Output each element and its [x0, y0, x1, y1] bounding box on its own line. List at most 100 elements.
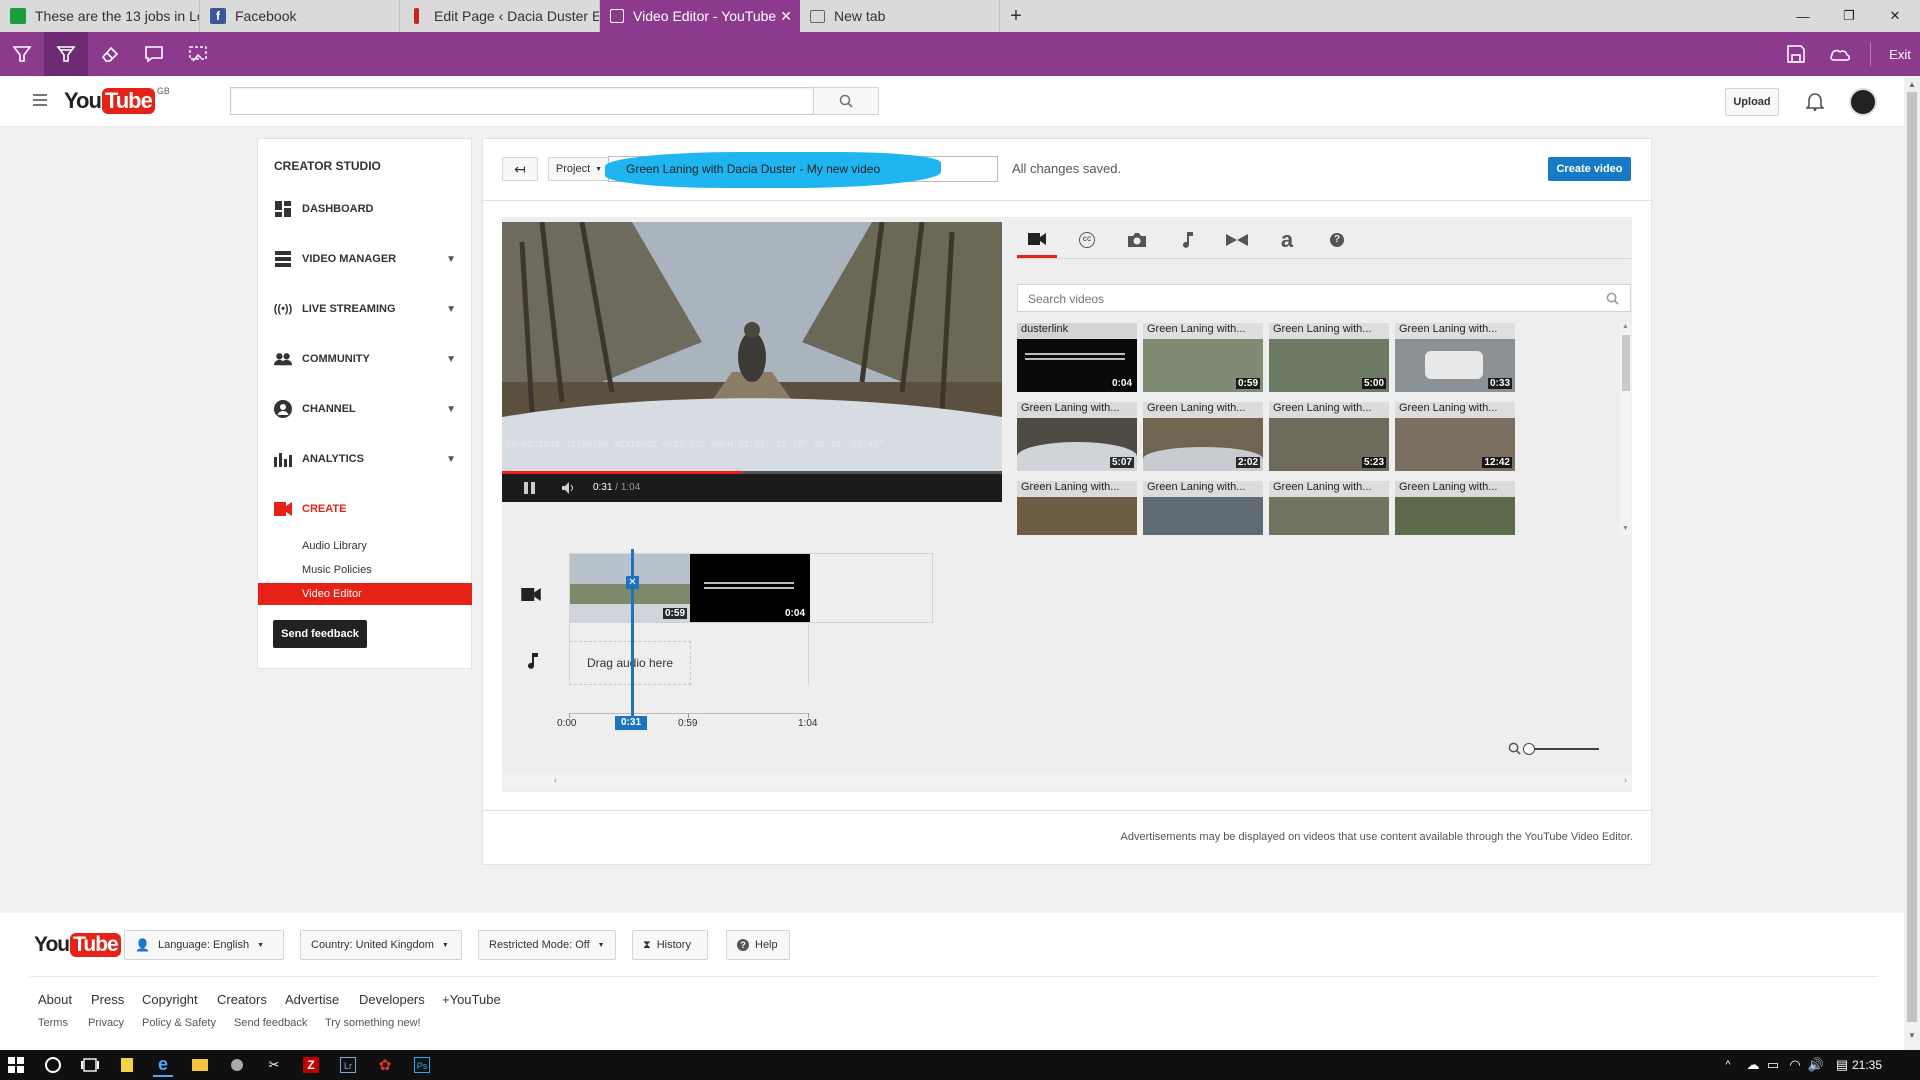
footer-link-about[interactable]: About	[38, 992, 72, 1007]
library-scrollbar[interactable]: ▲ ▼	[1620, 323, 1631, 535]
playhead[interactable]	[631, 549, 634, 719]
tab-photos[interactable]	[1117, 222, 1157, 258]
tab-text[interactable]: a	[1267, 222, 1307, 258]
chevron-down-icon[interactable]: ▼	[446, 404, 456, 415]
browser-tab[interactable]: New tab	[800, 0, 1000, 32]
new-tab-button[interactable]: +	[1000, 0, 1032, 32]
sidebar-subitem-video-editor[interactable]: Video Editor	[258, 583, 472, 605]
footer-link-terms[interactable]: Terms	[38, 1017, 68, 1029]
avatar[interactable]	[1849, 88, 1877, 116]
network-icon[interactable]: ▭	[1763, 1055, 1783, 1075]
notifications-bell-icon[interactable]	[1805, 91, 1825, 111]
library-item[interactable]: Green Laning with... 5:23	[1269, 402, 1389, 471]
eraser-icon[interactable]	[88, 32, 132, 76]
scrollbar-thumb[interactable]	[1907, 92, 1917, 1022]
search-videos-input[interactable]	[1018, 285, 1600, 313]
project-dropdown[interactable]: Project ▼	[548, 157, 610, 181]
save-icon[interactable]	[1774, 32, 1818, 76]
library-item[interactable]: Green Laning with...	[1269, 481, 1389, 535]
onedrive-icon[interactable]: ☁	[1743, 1055, 1763, 1075]
footer-link-plus-youtube[interactable]: +YouTube	[442, 992, 501, 1007]
sidebar-item-video-manager[interactable]: VIDEO MANAGER ▼	[258, 244, 472, 274]
photoshop-icon[interactable]: Ps	[412, 1055, 432, 1075]
sidebar-subitem-music-policies[interactable]: Music Policies	[258, 559, 472, 581]
tab-transitions[interactable]	[1217, 222, 1257, 258]
sidebar-subitem-audio-library[interactable]: Audio Library	[258, 535, 472, 557]
show-hidden-icons-icon[interactable]: ^	[1718, 1055, 1738, 1075]
chevron-down-icon[interactable]: ▼	[446, 304, 456, 315]
footer-link-policy-safety[interactable]: Policy & Safety	[142, 1017, 216, 1029]
library-item[interactable]: Green Laning with... 0:33	[1395, 323, 1515, 392]
footer-link-developers[interactable]: Developers	[359, 992, 425, 1007]
footer-link-advertise[interactable]: Advertise	[285, 992, 339, 1007]
close-window-button[interactable]: ✕	[1872, 0, 1918, 32]
pen-icon[interactable]	[0, 32, 44, 76]
share-icon[interactable]	[1818, 32, 1862, 76]
footer-youtube-logo[interactable]: You Tube	[34, 932, 121, 958]
country-button[interactable]: Country: United Kingdom ▼	[300, 930, 462, 960]
language-button[interactable]: 👤 Language: English ▼	[124, 930, 284, 960]
scroll-up-icon[interactable]: ▲	[1622, 323, 1629, 330]
restricted-mode-button[interactable]: Restricted Mode: Off ▼	[478, 930, 616, 960]
highlighter-icon[interactable]	[44, 32, 88, 76]
library-item[interactable]: dusterlink 0:04	[1017, 323, 1137, 392]
footer-link-send-feedback[interactable]: Send feedback	[234, 1017, 307, 1029]
library-item[interactable]: Green Laning with... 0:59	[1143, 323, 1263, 392]
back-button[interactable]: ↤	[502, 157, 538, 181]
action-center-icon[interactable]: ▤	[1832, 1055, 1852, 1075]
library-item[interactable]: Green Laning with...	[1395, 481, 1515, 535]
sidebar-item-create[interactable]: CREATE	[258, 494, 472, 524]
windows-start-icon[interactable]	[6, 1055, 26, 1075]
library-item[interactable]: Green Laning with... 2:02	[1143, 402, 1263, 471]
tab-cc[interactable]: CC	[1067, 222, 1107, 258]
scroll-left-icon[interactable]: ‹	[554, 775, 557, 785]
library-item[interactable]: Green Laning with... 12:42	[1395, 402, 1515, 471]
filezilla-icon[interactable]: Z	[301, 1055, 321, 1075]
sidebar-item-live-streaming[interactable]: ((•)) LIVE STREAMING ▼	[258, 294, 472, 324]
minimize-button[interactable]: —	[1780, 0, 1826, 32]
timeline-clip[interactable]: 0:04	[690, 554, 810, 622]
tab-video[interactable]	[1017, 222, 1057, 258]
chevron-down-icon[interactable]: ▼	[446, 354, 456, 365]
footer-link-creators[interactable]: Creators	[217, 992, 267, 1007]
volume-icon[interactable]	[562, 482, 576, 497]
browser-tab[interactable]: Edit Page ‹ Dacia Duster Exp	[400, 0, 600, 32]
zoom-slider-handle[interactable]	[1523, 743, 1535, 755]
page-scrollbar[interactable]: ▲ ▼	[1904, 76, 1920, 1050]
scroll-right-icon[interactable]: ›	[1624, 775, 1627, 785]
sidebar-item-community[interactable]: COMMUNITY ▼	[258, 344, 472, 374]
comment-icon[interactable]	[132, 32, 176, 76]
clip-icon[interactable]	[176, 32, 220, 76]
create-video-button[interactable]: Create video	[1548, 157, 1631, 181]
edge-browser-icon[interactable]: e	[153, 1053, 173, 1077]
scrollbar-thumb[interactable]	[1622, 335, 1630, 391]
footer-link-try-something-new[interactable]: Try something new!	[325, 1017, 421, 1029]
library-item[interactable]: Green Laning with... 5:07	[1017, 402, 1137, 471]
library-item[interactable]: Green Laning with... 5:00	[1269, 323, 1389, 392]
chevron-down-icon[interactable]: ▼	[446, 254, 456, 265]
history-button[interactable]: ⧗ History	[632, 930, 708, 960]
scroll-up-icon[interactable]: ▲	[1908, 80, 1916, 89]
sidebar-item-channel[interactable]: CHANNEL ▼	[258, 394, 472, 424]
volume-icon[interactable]: 🔊	[1806, 1055, 1826, 1075]
browser-tab[interactable]: f Facebook	[200, 0, 400, 32]
sidebar-item-dashboard[interactable]: DASHBOARD	[258, 194, 472, 224]
library-item[interactable]: Green Laning with...	[1143, 481, 1263, 535]
notes-app-icon[interactable]	[117, 1055, 137, 1075]
timeline-scrollbar[interactable]: ‹ ›	[502, 775, 1632, 787]
project-title-field[interactable]: Green Laning with Dacia Duster - My new …	[605, 152, 998, 188]
media-app-icon[interactable]	[227, 1055, 247, 1075]
search-input[interactable]	[230, 87, 814, 115]
library-item[interactable]: Green Laning with...	[1017, 481, 1137, 535]
tools-app-icon[interactable]: ✂	[264, 1055, 284, 1075]
chevron-down-icon[interactable]: ▼	[446, 454, 456, 465]
footer-link-press[interactable]: Press	[91, 992, 124, 1007]
red-app-icon[interactable]: ✿	[375, 1055, 395, 1075]
search-videos-field[interactable]	[1017, 284, 1631, 313]
pause-icon[interactable]	[524, 482, 536, 494]
scroll-down-icon[interactable]: ▼	[1908, 1031, 1916, 1040]
lightroom-icon[interactable]: Lr	[338, 1055, 358, 1075]
tab-audio[interactable]	[1167, 222, 1207, 258]
youtube-logo[interactable]: You Tube GB	[64, 86, 170, 116]
task-view-icon[interactable]	[80, 1055, 100, 1075]
